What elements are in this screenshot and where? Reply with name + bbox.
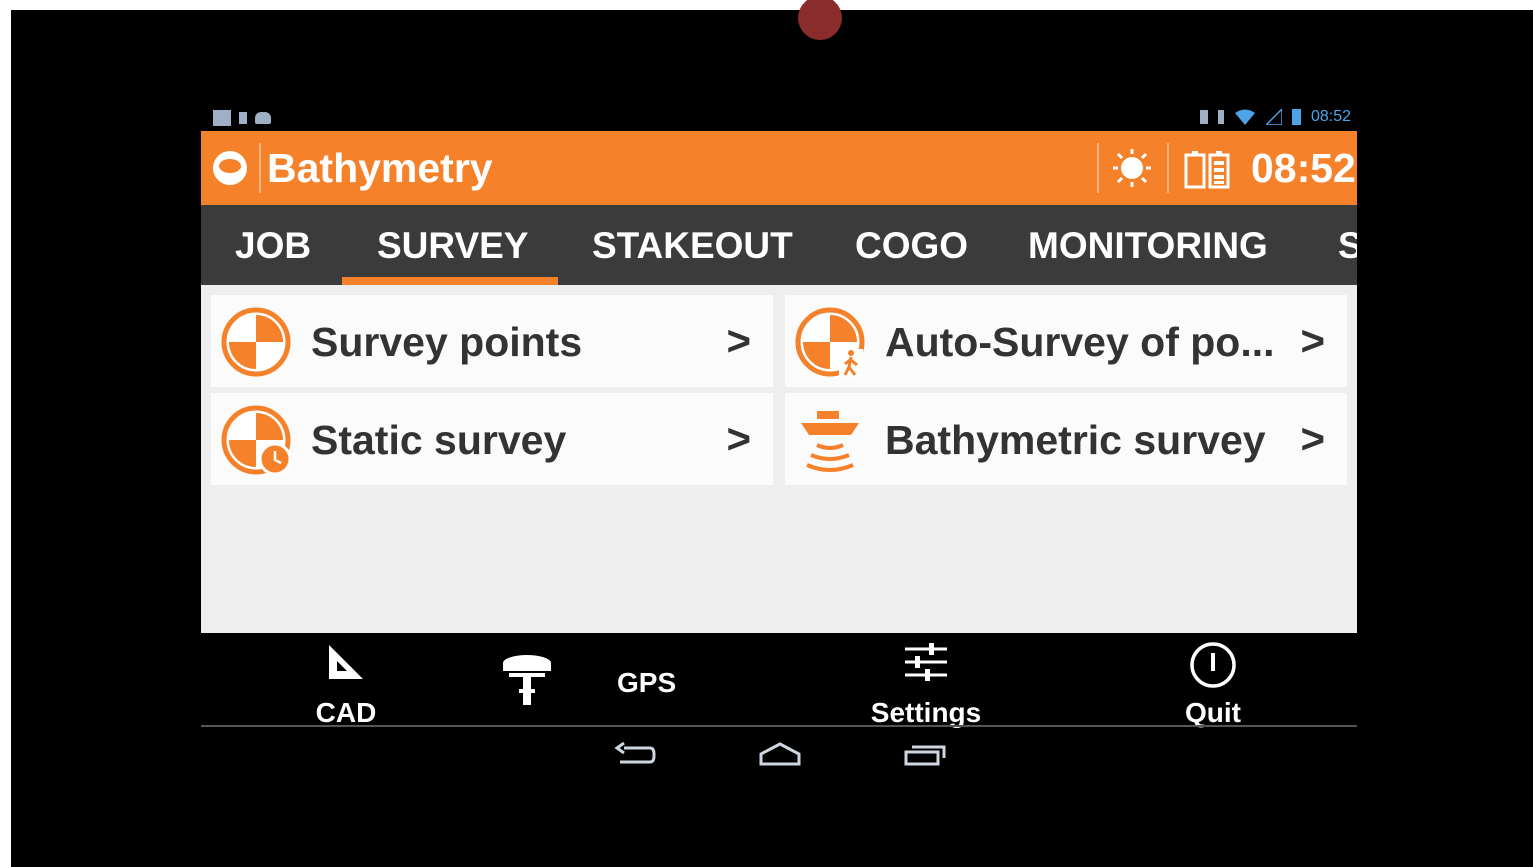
- back-icon[interactable]: [614, 742, 656, 768]
- menu-item-survey-points[interactable]: Survey points >: [211, 295, 773, 387]
- menu-item-auto-survey[interactable]: Auto-Survey of po... >: [785, 295, 1347, 387]
- divider: [1097, 143, 1099, 193]
- recent-apps-icon[interactable]: [902, 742, 948, 768]
- notification-sd-icon: [239, 112, 247, 124]
- gnss-receiver-icon: [503, 655, 551, 705]
- chevron-right-icon: >: [1300, 317, 1325, 364]
- status-bar: 08:52: [201, 104, 1357, 131]
- action-bar-clock: 08:52: [1251, 145, 1356, 191]
- power-icon: [1190, 642, 1236, 688]
- gps-label: GPS: [617, 667, 677, 698]
- tab-cogo[interactable]: COGO: [855, 225, 968, 267]
- tab-monitoring[interactable]: MONITORING: [1028, 225, 1268, 267]
- set-square-icon: [329, 645, 363, 679]
- home-icon[interactable]: [757, 742, 803, 768]
- notification-android-icon: [255, 112, 271, 124]
- tab-bar: JOB SURVEY STAKEOUT COGO MONITORING S: [201, 205, 1357, 285]
- status-bar-time: 08:52: [1310, 108, 1351, 125]
- divider: [1167, 143, 1169, 193]
- notification-image-icon: [213, 110, 231, 126]
- divider: [259, 143, 261, 193]
- tab-job[interactable]: JOB: [235, 225, 311, 267]
- static-survey-clock-icon: [221, 405, 291, 475]
- quit-button[interactable]: Quit: [1165, 639, 1261, 728]
- app-title: Bathymetry: [267, 145, 493, 191]
- bluetooth-icon: [1217, 110, 1224, 124]
- survey-menu: Survey points > Auto-Survey of po... > S…: [201, 285, 1357, 633]
- device-battery-icon: [1184, 151, 1230, 189]
- signal-icon: [1265, 109, 1282, 125]
- toolbar-divider: [201, 725, 1357, 727]
- chevron-right-icon: >: [726, 317, 751, 364]
- recording-indicator: [798, 0, 842, 40]
- survey-target-icon: [221, 307, 291, 377]
- chevron-right-icon: >: [1300, 415, 1325, 462]
- chevron-right-icon: >: [726, 415, 751, 462]
- tab-more[interactable]: S: [1338, 225, 1357, 267]
- menu-item-label: Survey points: [311, 319, 583, 365]
- menu-item-label: Auto-Survey of po...: [885, 319, 1275, 365]
- wifi-icon: [1234, 109, 1255, 125]
- vibrate-icon: [1199, 110, 1208, 124]
- battery-status-icon: [1291, 109, 1301, 125]
- active-tab-indicator: [342, 277, 558, 285]
- menu-item-label: Bathymetric survey: [885, 417, 1266, 463]
- auto-survey-walker-icon: [795, 307, 865, 377]
- menu-item-bathymetric-survey[interactable]: Bathymetric survey >: [785, 393, 1347, 485]
- menu-item-static-survey[interactable]: Static survey >: [211, 393, 773, 485]
- boat-sonar-icon: [801, 411, 859, 472]
- action-bar: Bathymetry 08:52: [201, 131, 1357, 205]
- bottom-toolbar: CAD GPS Settings Quit: [201, 633, 1357, 728]
- menu-item-label: Static survey: [311, 417, 567, 463]
- settings-button[interactable]: Settings: [861, 639, 991, 728]
- sliders-icon: [905, 643, 947, 681]
- tab-stakeout[interactable]: STAKEOUT: [592, 225, 793, 267]
- sun-icon[interactable]: [1113, 149, 1151, 187]
- gps-button[interactable]: GPS: [497, 647, 697, 717]
- app-logo-icon[interactable]: [213, 151, 247, 185]
- tab-survey[interactable]: SURVEY: [377, 225, 529, 267]
- cad-button[interactable]: CAD: [301, 639, 391, 728]
